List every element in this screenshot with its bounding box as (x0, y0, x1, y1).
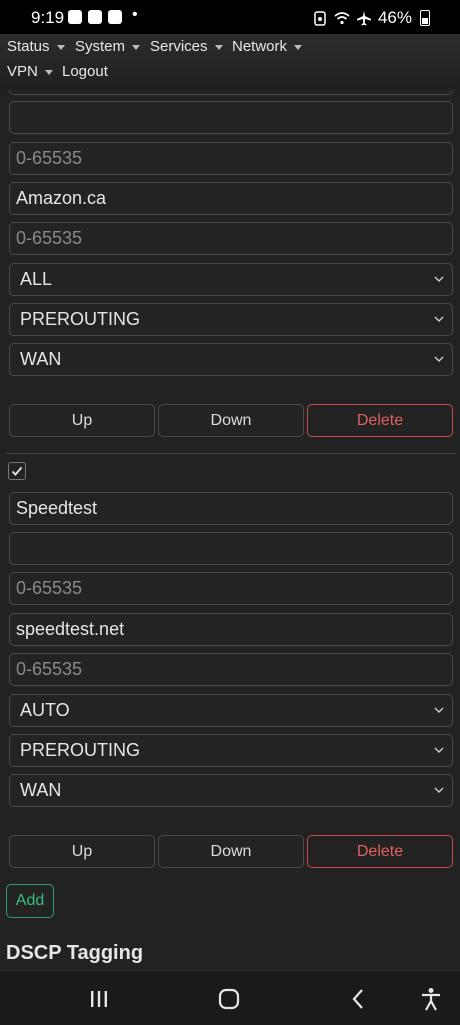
rule2-protocol-value: AUTO (20, 700, 70, 720)
rule2-destination-port-input[interactable]: 0-65535 (9, 653, 453, 686)
rule2-down-button[interactable]: Down (158, 835, 304, 868)
nav-status-label: Status (7, 38, 50, 55)
chevron-down-icon (434, 787, 444, 793)
rule1-chain-select[interactable]: PREROUTING (9, 303, 453, 336)
notification-calendar-icon (108, 10, 122, 24)
nav-logout[interactable]: Logout (62, 63, 108, 80)
airplane-icon (356, 11, 371, 26)
rule1-hidden-field[interactable] (9, 90, 453, 95)
chevron-down-icon (214, 45, 223, 50)
rule1-chain-value: PREROUTING (20, 309, 141, 329)
rule1-source-host-input[interactable] (9, 101, 453, 134)
nav-network[interactable]: Network (232, 38, 303, 55)
nav-vpn-label: VPN (7, 63, 38, 80)
rule2-interface-value: WAN (20, 780, 62, 800)
chevron-down-icon (434, 316, 444, 322)
rule2-interface-select[interactable]: WAN (9, 774, 453, 807)
notification-outlook-icon (88, 10, 102, 24)
chevron-down-icon (132, 45, 141, 50)
home-icon[interactable] (218, 988, 240, 1010)
chevron-down-icon (44, 70, 53, 75)
rule1-destination-host-input[interactable]: Amazon.ca (9, 182, 453, 215)
rule2-up-button[interactable]: Up (9, 835, 155, 868)
nav-status[interactable]: Status (7, 38, 65, 55)
rule2-source-port-input[interactable]: 0-65535 (9, 572, 453, 605)
chevron-down-icon (434, 276, 444, 282)
rule1-destination-port-input[interactable]: 0-65535 (9, 222, 453, 255)
nav-services-label: Services (150, 38, 208, 55)
rule2-name-input[interactable]: Speedtest (9, 492, 453, 525)
rule2-enabled-checkbox[interactable] (8, 462, 26, 480)
rule2-protocol-select[interactable]: AUTO (9, 694, 453, 727)
rule2-chain-value: PREROUTING (20, 740, 141, 760)
rule1-interface-select[interactable]: WAN (9, 343, 453, 376)
rule2-delete-button[interactable]: Delete (307, 835, 453, 868)
rule2-source-host-input[interactable] (9, 532, 453, 565)
rule1-source-port-input[interactable]: 0-65535 (9, 142, 453, 175)
system-nav-bar (0, 970, 460, 1025)
rule1-interface-value: WAN (20, 349, 62, 369)
nav-network-label: Network (232, 38, 288, 55)
notification-icons (68, 10, 122, 24)
accessibility-icon[interactable] (420, 987, 442, 1011)
battery-percent: 46% (377, 8, 412, 27)
qos-rules-content: 0-65535 Amazon.ca 0-65535 ALL PREROUTING… (0, 90, 460, 970)
chevron-down-icon (294, 45, 303, 50)
wifi-icon (334, 12, 350, 25)
chevron-down-icon (434, 707, 444, 713)
chevron-down-icon (434, 747, 444, 753)
rule2-chain-select[interactable]: PREROUTING (9, 734, 453, 767)
back-icon[interactable] (350, 988, 366, 1010)
rule1-protocol-select[interactable]: ALL (9, 263, 453, 296)
rule1-up-button[interactable]: Up (9, 404, 155, 437)
battery-icon (420, 10, 430, 26)
add-rule-button[interactable]: Add (6, 884, 54, 918)
rule1-delete-button[interactable]: Delete (307, 404, 453, 437)
top-nav: Status System Services Network VPN Logou… (0, 34, 460, 90)
chevron-down-icon (434, 356, 444, 362)
nav-services[interactable]: Services (150, 38, 223, 55)
rule1-down-button[interactable]: Down (158, 404, 304, 437)
rule-divider (6, 453, 456, 454)
nav-vpn[interactable]: VPN (7, 63, 53, 80)
notification-app-icon (68, 10, 82, 24)
nav-system[interactable]: System (75, 38, 141, 55)
alarm-icon (314, 11, 326, 26)
status-time: 9:19 (31, 8, 65, 27)
status-bar: 9:19 • 46% (0, 0, 460, 34)
nav-system-label: System (75, 38, 126, 55)
chevron-down-icon (56, 45, 65, 50)
rule1-protocol-value: ALL (20, 269, 53, 289)
rule2-destination-host-input[interactable]: speedtest.net (9, 613, 453, 646)
recent-apps-icon[interactable] (89, 989, 109, 1009)
status-dot: • (132, 6, 138, 23)
checkmark-icon (11, 466, 23, 476)
dscp-tagging-heading: DSCP Tagging (6, 942, 144, 964)
nav-logout-label: Logout (62, 63, 108, 80)
